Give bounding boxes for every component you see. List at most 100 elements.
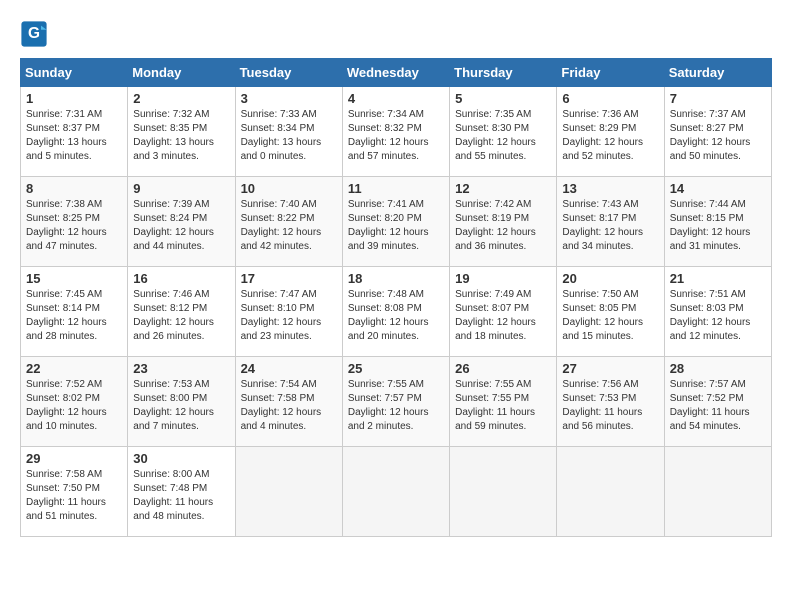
day-info: Sunrise: 7:52 AM Sunset: 8:02 PM Dayligh… [26,378,122,434]
day-info: Sunrise: 7:39 AM Sunset: 8:24 PM Dayligh… [133,198,229,254]
calendar-cell: 4 Sunrise: 7:34 AM Sunset: 8:32 PM Daylig… [342,87,449,177]
calendar-cell [235,447,342,537]
column-header-friday: Friday [557,59,664,87]
day-info: Sunrise: 7:40 AM Sunset: 8:22 PM Dayligh… [241,198,337,254]
calendar-cell [664,447,771,537]
day-number: 5 [455,91,551,106]
day-info: Sunrise: 7:41 AM Sunset: 8:20 PM Dayligh… [348,198,444,254]
day-number: 4 [348,91,444,106]
day-number: 29 [26,451,122,466]
day-number: 7 [670,91,766,106]
calendar-cell: 25 Sunrise: 7:55 AM Sunset: 7:57 PM Dayli… [342,357,449,447]
day-number: 26 [455,361,551,376]
calendar-cell [450,447,557,537]
day-number: 19 [455,271,551,286]
day-number: 8 [26,181,122,196]
day-info: Sunrise: 7:55 AM Sunset: 7:57 PM Dayligh… [348,378,444,434]
day-info: Sunrise: 7:51 AM Sunset: 8:03 PM Dayligh… [670,288,766,344]
calendar-cell: 10 Sunrise: 7:40 AM Sunset: 8:22 PM Dayli… [235,177,342,267]
day-info: Sunrise: 7:37 AM Sunset: 8:27 PM Dayligh… [670,108,766,164]
day-number: 20 [562,271,658,286]
day-number: 1 [26,91,122,106]
day-number: 17 [241,271,337,286]
day-info: Sunrise: 7:42 AM Sunset: 8:19 PM Dayligh… [455,198,551,254]
logo-icon: G [20,20,48,48]
day-info: Sunrise: 7:46 AM Sunset: 8:12 PM Dayligh… [133,288,229,344]
calendar-week-row: 15Sunrise: 7:45 AM Sunset: 8:14 PM Dayli… [21,267,772,357]
day-info: Sunrise: 7:45 AM Sunset: 8:14 PM Dayligh… [26,288,122,344]
day-info: Sunrise: 7:54 AM Sunset: 7:58 PM Dayligh… [241,378,337,434]
day-number: 21 [670,271,766,286]
calendar-cell: 13 Sunrise: 7:43 AM Sunset: 8:17 PM Dayli… [557,177,664,267]
calendar-cell: 28 Sunrise: 7:57 AM Sunset: 7:52 PM Dayli… [664,357,771,447]
column-header-tuesday: Tuesday [235,59,342,87]
calendar-cell: 5 Sunrise: 7:35 AM Sunset: 8:30 PM Daylig… [450,87,557,177]
day-number: 25 [348,361,444,376]
day-info: Sunrise: 7:47 AM Sunset: 8:10 PM Dayligh… [241,288,337,344]
calendar-week-row: 29 Sunrise: 7:58 AM Sunset: 7:50 PM Dayli… [21,447,772,537]
calendar-cell: 18 Sunrise: 7:48 AM Sunset: 8:08 PM Dayli… [342,267,449,357]
column-header-wednesday: Wednesday [342,59,449,87]
calendar-cell: 7 Sunrise: 7:37 AM Sunset: 8:27 PM Daylig… [664,87,771,177]
calendar-cell: 19 Sunrise: 7:49 AM Sunset: 8:07 PM Dayli… [450,267,557,357]
column-header-saturday: Saturday [664,59,771,87]
calendar-cell: 17 Sunrise: 7:47 AM Sunset: 8:10 PM Dayli… [235,267,342,357]
day-info: Sunrise: 7:34 AM Sunset: 8:32 PM Dayligh… [348,108,444,164]
day-info: Sunrise: 7:53 AM Sunset: 8:00 PM Dayligh… [133,378,229,434]
day-number: 11 [348,181,444,196]
day-number: 22 [26,361,122,376]
logo: G [20,20,52,48]
calendar-cell: 24 Sunrise: 7:54 AM Sunset: 7:58 PM Dayli… [235,357,342,447]
column-header-thursday: Thursday [450,59,557,87]
calendar-week-row: 22 Sunrise: 7:52 AM Sunset: 8:02 PM Dayli… [21,357,772,447]
day-number: 27 [562,361,658,376]
day-info: Sunrise: 7:58 AM Sunset: 7:50 PM Dayligh… [26,468,122,524]
day-info: Sunrise: 8:00 AM Sunset: 7:48 PM Dayligh… [133,468,229,524]
calendar-header-row: SundayMondayTuesdayWednesdayThursdayFrid… [21,59,772,87]
day-number: 14 [670,181,766,196]
day-number: 30 [133,451,229,466]
calendar-cell: 21 Sunrise: 7:51 AM Sunset: 8:03 PM Dayli… [664,267,771,357]
day-number: 28 [670,361,766,376]
calendar-cell: 30 Sunrise: 8:00 AM Sunset: 7:48 PM Dayli… [128,447,235,537]
calendar-cell: 26 Sunrise: 7:55 AM Sunset: 7:55 PM Dayli… [450,357,557,447]
day-number: 24 [241,361,337,376]
day-number: 6 [562,91,658,106]
calendar-cell: 15Sunrise: 7:45 AM Sunset: 8:14 PM Dayli… [21,267,128,357]
calendar-cell: 22 Sunrise: 7:52 AM Sunset: 8:02 PM Dayli… [21,357,128,447]
calendar-cell: 1Sunrise: 7:31 AM Sunset: 8:37 PM Daylig… [21,87,128,177]
column-header-sunday: Sunday [21,59,128,87]
calendar-cell: 3 Sunrise: 7:33 AM Sunset: 8:34 PM Daylig… [235,87,342,177]
day-info: Sunrise: 7:36 AM Sunset: 8:29 PM Dayligh… [562,108,658,164]
day-number: 10 [241,181,337,196]
day-info: Sunrise: 7:35 AM Sunset: 8:30 PM Dayligh… [455,108,551,164]
day-number: 16 [133,271,229,286]
calendar-cell: 12 Sunrise: 7:42 AM Sunset: 8:19 PM Dayli… [450,177,557,267]
day-number: 12 [455,181,551,196]
page-header: G [20,20,772,48]
calendar-cell: 27 Sunrise: 7:56 AM Sunset: 7:53 PM Dayli… [557,357,664,447]
calendar-cell: 23Sunrise: 7:53 AM Sunset: 8:00 PM Dayli… [128,357,235,447]
day-info: Sunrise: 7:57 AM Sunset: 7:52 PM Dayligh… [670,378,766,434]
day-info: Sunrise: 7:49 AM Sunset: 8:07 PM Dayligh… [455,288,551,344]
calendar-cell: 6 Sunrise: 7:36 AM Sunset: 8:29 PM Daylig… [557,87,664,177]
day-info: Sunrise: 7:50 AM Sunset: 8:05 PM Dayligh… [562,288,658,344]
day-info: Sunrise: 7:56 AM Sunset: 7:53 PM Dayligh… [562,378,658,434]
calendar-cell: 11 Sunrise: 7:41 AM Sunset: 8:20 PM Dayli… [342,177,449,267]
day-number: 9 [133,181,229,196]
day-info: Sunrise: 7:33 AM Sunset: 8:34 PM Dayligh… [241,108,337,164]
calendar-cell: 20 Sunrise: 7:50 AM Sunset: 8:05 PM Dayli… [557,267,664,357]
day-info: Sunrise: 7:48 AM Sunset: 8:08 PM Dayligh… [348,288,444,344]
calendar-cell [342,447,449,537]
day-info: Sunrise: 7:44 AM Sunset: 8:15 PM Dayligh… [670,198,766,254]
day-number: 13 [562,181,658,196]
calendar-cell: 9 Sunrise: 7:39 AM Sunset: 8:24 PM Daylig… [128,177,235,267]
day-number: 2 [133,91,229,106]
calendar-week-row: 1Sunrise: 7:31 AM Sunset: 8:37 PM Daylig… [21,87,772,177]
day-info: Sunrise: 7:55 AM Sunset: 7:55 PM Dayligh… [455,378,551,434]
day-info: Sunrise: 7:43 AM Sunset: 8:17 PM Dayligh… [562,198,658,254]
day-number: 18 [348,271,444,286]
calendar-table: SundayMondayTuesdayWednesdayThursdayFrid… [20,58,772,537]
day-number: 3 [241,91,337,106]
calendar-cell [557,447,664,537]
